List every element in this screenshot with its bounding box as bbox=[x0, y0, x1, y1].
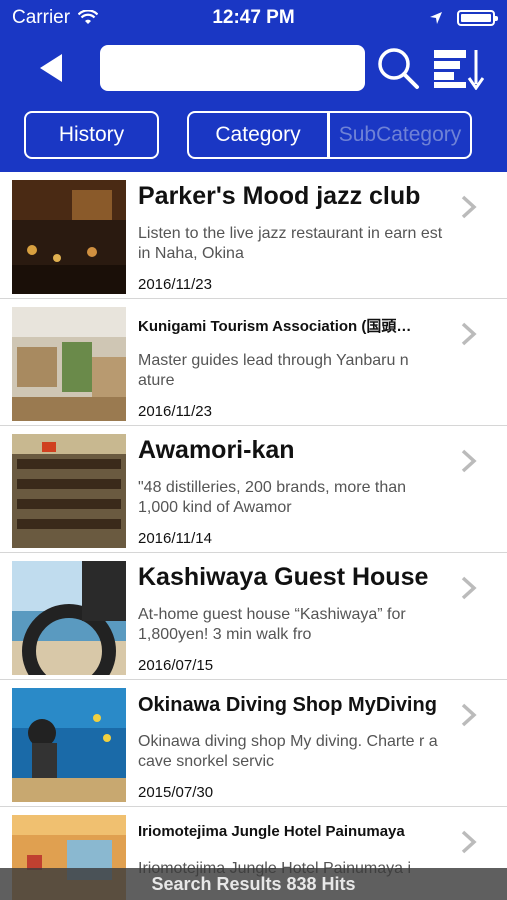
status-right bbox=[429, 10, 498, 26]
item-date: 2016/11/23 bbox=[138, 403, 212, 420]
item-title: Awamori-kan bbox=[138, 436, 295, 464]
carrier-label: Carrier bbox=[12, 7, 71, 28]
subcategory-button[interactable]: SubCategory bbox=[328, 111, 472, 159]
item-date: 2016/07/15 bbox=[138, 657, 214, 674]
list-item[interactable]: Awamori-kan "48 distilleries, 200 brands… bbox=[0, 426, 507, 553]
list-item[interactable]: Kashiwaya Guest House At-home guest hous… bbox=[0, 553, 507, 680]
history-button[interactable]: History bbox=[24, 111, 159, 159]
item-title: Kashiwaya Guest House bbox=[138, 563, 429, 591]
thumbnail-image bbox=[12, 561, 126, 675]
item-description: Listen to the live jazz restaurant in ea… bbox=[138, 225, 443, 262]
search-results-count: Search Results 838 Hits bbox=[0, 868, 507, 900]
item-description: Master guides lead through Yanbaru n atu… bbox=[138, 352, 409, 389]
search-icon[interactable] bbox=[376, 46, 420, 90]
back-arrow-icon[interactable] bbox=[36, 52, 66, 84]
item-date: 2015/07/30 bbox=[138, 784, 214, 801]
status-bar: Carrier 12:47 PM bbox=[0, 0, 507, 36]
battery-icon bbox=[457, 10, 498, 26]
item-description: Okinawa diving shop My diving. Charte r … bbox=[138, 733, 438, 770]
item-title: Iriomotejima Jungle Hotel Painumaya bbox=[138, 823, 405, 840]
location-arrow-icon bbox=[430, 12, 442, 24]
filter-bar: History Category SubCategory bbox=[0, 102, 507, 172]
carrier-group: Carrier bbox=[12, 7, 99, 29]
item-title: Parker's Mood jazz club bbox=[138, 182, 421, 210]
nav-bar bbox=[0, 36, 507, 102]
wifi-icon bbox=[78, 10, 99, 24]
thumbnail-image bbox=[12, 180, 126, 294]
sort-icon[interactable] bbox=[432, 48, 484, 90]
item-title: Okinawa Diving Shop MyDiving bbox=[138, 694, 437, 716]
chevron-right-icon bbox=[461, 195, 477, 219]
chevron-right-icon bbox=[461, 703, 477, 727]
chevron-right-icon bbox=[461, 449, 477, 473]
chevron-right-icon bbox=[461, 830, 477, 854]
item-description: "48 distilleries, 200 brands, more than … bbox=[138, 479, 407, 516]
chevron-right-icon bbox=[461, 576, 477, 600]
category-button[interactable]: Category bbox=[187, 111, 329, 159]
list-item[interactable]: Kunigami Tourism Association (国頭… Master… bbox=[0, 299, 507, 426]
thumbnail-image bbox=[12, 434, 126, 548]
thumbnail-image bbox=[12, 307, 126, 421]
thumbnail-image bbox=[12, 688, 126, 802]
chevron-right-icon bbox=[461, 322, 477, 346]
item-description: At-home guest house “Kashiwaya” for 1,80… bbox=[138, 606, 406, 643]
list-item[interactable]: Parker's Mood jazz club Listen to the li… bbox=[0, 172, 507, 299]
search-input[interactable] bbox=[100, 45, 365, 91]
list-item[interactable]: Okinawa Diving Shop MyDiving Okinawa div… bbox=[0, 680, 507, 807]
item-date: 2016/11/14 bbox=[138, 530, 212, 547]
item-title: Kunigami Tourism Association (国頭… bbox=[138, 318, 412, 335]
item-date: 2016/11/23 bbox=[138, 276, 212, 293]
